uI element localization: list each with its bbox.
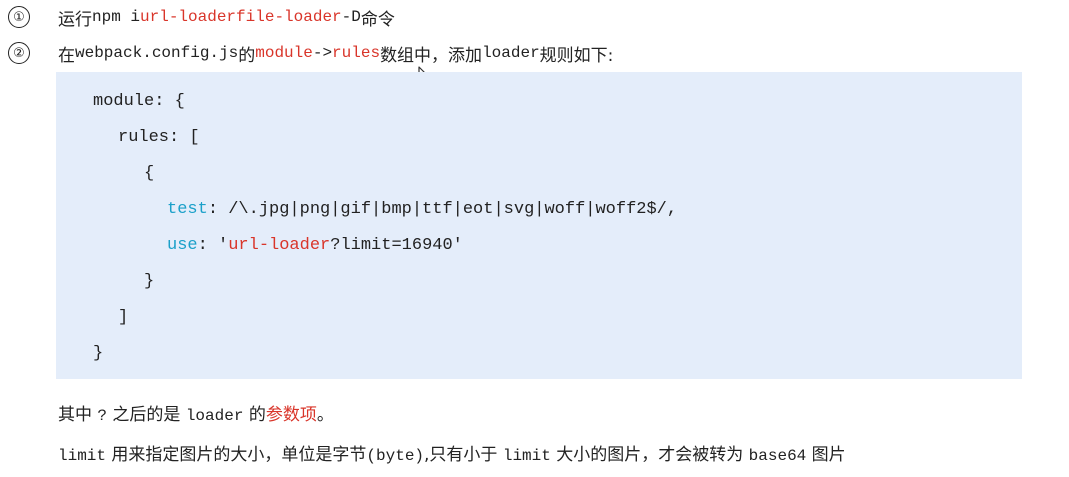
- step-number: ①: [8, 6, 30, 28]
- command-text: npm i: [92, 8, 141, 26]
- code-line-close-module: }: [93, 344, 104, 363]
- note-text: 的: [248, 405, 266, 425]
- code-line-rules: rules: [: [118, 128, 200, 147]
- code-line-open-brace: {: [144, 164, 155, 183]
- note-text: 用来指定图片的大小，单位是字节: [106, 445, 367, 465]
- note-text: 。: [316, 405, 334, 425]
- code-line-test: test: /\.jpg|png|gif|bmp|ttf|eot|svg|wof…: [167, 200, 677, 219]
- note-text: ,只有小于: [424, 445, 503, 465]
- note-params: 其中 ? 之后的是 loader 的参数项。: [58, 400, 334, 425]
- code-value-test: : /\.jpg|png|gif|bmp|ttf|eot|svg|woff|wo…: [207, 200, 678, 219]
- code-punct: : ': [197, 236, 229, 255]
- note-text: 其中: [58, 405, 98, 425]
- note-text: 图片: [806, 445, 846, 465]
- code-key-test: test: [167, 200, 208, 219]
- question-mark: ?: [97, 407, 108, 425]
- base64-word: base64: [748, 447, 807, 465]
- code-line-close-brace: }: [144, 272, 155, 291]
- step-text: 在: [58, 45, 75, 66]
- code-line-close-bracket: ]: [118, 308, 129, 327]
- code-value-loader: url-loader: [228, 236, 331, 255]
- package-name: file-loader: [236, 8, 342, 26]
- note-limit: limit 用来指定图片的大小，单位是字节(byte),只有小于 limit 大…: [58, 440, 846, 465]
- step-text: 数组中，添加: [380, 45, 483, 66]
- step-2: ② 在 webpack.config.js 的 module -> rules …: [8, 40, 613, 66]
- file-name: webpack.config.js: [75, 44, 239, 62]
- keyword-module: module: [255, 44, 313, 62]
- code-value-limit: ?limit=16940': [330, 236, 463, 255]
- note-text: 大小的图片，才会被转为: [550, 445, 749, 465]
- loader-word: loader: [482, 44, 540, 62]
- note-text: 之后的是: [112, 405, 186, 425]
- step-1: ① 运行 npm i url-loader file-loader -D 命令: [8, 4, 395, 30]
- limit-word: limit: [58, 447, 107, 465]
- arrow-text: ->: [312, 44, 333, 62]
- command-flag: -D: [341, 8, 361, 26]
- code-key-use: use: [167, 236, 198, 255]
- code-line-module: module: {: [93, 92, 185, 111]
- loader-word: loader: [185, 407, 244, 425]
- step-text: 规则如下:: [539, 45, 614, 66]
- code-line-use: use: 'url-loader?limit=16940': [167, 236, 463, 255]
- step-text: 命令: [360, 9, 395, 30]
- limit-word: limit: [502, 447, 551, 465]
- byte-word: (byte): [366, 447, 425, 465]
- keyword-rules: rules: [332, 44, 381, 62]
- step-text: 运行: [58, 9, 92, 30]
- step-number: ②: [8, 42, 30, 64]
- highlight-params: 参数项: [265, 405, 317, 425]
- package-name: url-loader: [140, 8, 237, 26]
- code-block: module: { rules: [ { test: /\.jpg|png|gi…: [56, 72, 1022, 379]
- step-text: 的: [238, 45, 256, 66]
